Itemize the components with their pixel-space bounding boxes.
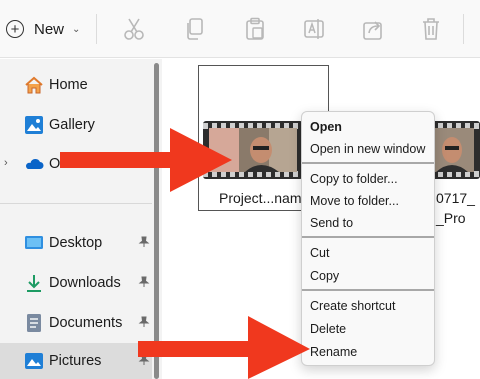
rename-icon[interactable]	[303, 17, 325, 41]
menu-item-rename[interactable]: Rename	[302, 341, 434, 363]
file-name-label: _Pro	[436, 210, 466, 226]
file-name-label: 0717_	[436, 190, 475, 206]
gallery-icon	[24, 115, 44, 135]
sidebar-item-label: Pictures	[49, 353, 102, 369]
pictures-icon	[24, 351, 44, 371]
menu-item-send-to[interactable]: Send to	[302, 212, 434, 234]
menu-item-copy-to-folder[interactable]: Copy to folder...	[302, 168, 434, 190]
command-bar: + New ⌄	[0, 0, 480, 58]
delete-icon[interactable]	[420, 17, 442, 41]
desktop-icon	[24, 233, 44, 253]
sidebar-item-downloads[interactable]: Downloads	[0, 265, 152, 301]
context-menu: Open Open in new window Copy to folder..…	[301, 111, 435, 366]
documents-icon	[24, 313, 44, 333]
menu-item-copy[interactable]: Copy	[302, 265, 434, 287]
home-icon	[24, 75, 44, 95]
sidebar-item-home[interactable]: Home	[0, 67, 152, 103]
new-button-label: New	[34, 20, 65, 38]
menu-item-cut[interactable]: Cut	[302, 242, 434, 264]
onedrive-icon	[24, 154, 44, 174]
paste-icon[interactable]	[244, 17, 266, 41]
sidebar-item-label: Home	[49, 77, 88, 93]
annotation-arrow-to-file	[60, 128, 232, 192]
menu-item-move-to-folder[interactable]: Move to folder...	[302, 190, 434, 212]
sidebar-item-pictures[interactable]: Pictures	[0, 343, 152, 379]
sidebar-item-documents[interactable]: Documents	[0, 305, 152, 341]
sidebar-item-label: Documents	[49, 315, 123, 331]
copy-icon[interactable]	[184, 17, 206, 41]
menu-item-delete[interactable]: Delete	[302, 318, 434, 340]
menu-separator	[302, 162, 434, 164]
menu-item-create-shortcut[interactable]: Create shortcut	[302, 295, 434, 317]
sidebar-item-label: Desktop	[49, 235, 103, 251]
file-name-label: Project...nam	[219, 190, 302, 206]
toolbar-divider	[96, 14, 97, 44]
menu-item-open[interactable]: Open	[302, 116, 434, 138]
chevron-down-icon: ⌄	[72, 23, 81, 35]
pin-icon[interactable]	[138, 276, 150, 291]
sidebar-divider	[0, 203, 152, 204]
menu-item-open-new-window[interactable]: Open in new window	[302, 138, 434, 160]
plus-circle-icon: +	[6, 20, 24, 38]
menu-separator	[302, 236, 434, 238]
new-button[interactable]: + New ⌄	[4, 12, 88, 46]
annotation-arrow-to-rename	[138, 316, 310, 379]
menu-separator	[302, 289, 434, 291]
downloads-icon	[24, 273, 44, 293]
share-icon[interactable]	[362, 17, 384, 41]
sidebar-item-label: Downloads	[49, 275, 121, 291]
cut-icon[interactable]	[123, 17, 145, 41]
pin-icon[interactable]	[138, 236, 150, 251]
toolbar-divider	[463, 14, 464, 44]
sidebar-item-desktop[interactable]: Desktop	[0, 225, 152, 261]
